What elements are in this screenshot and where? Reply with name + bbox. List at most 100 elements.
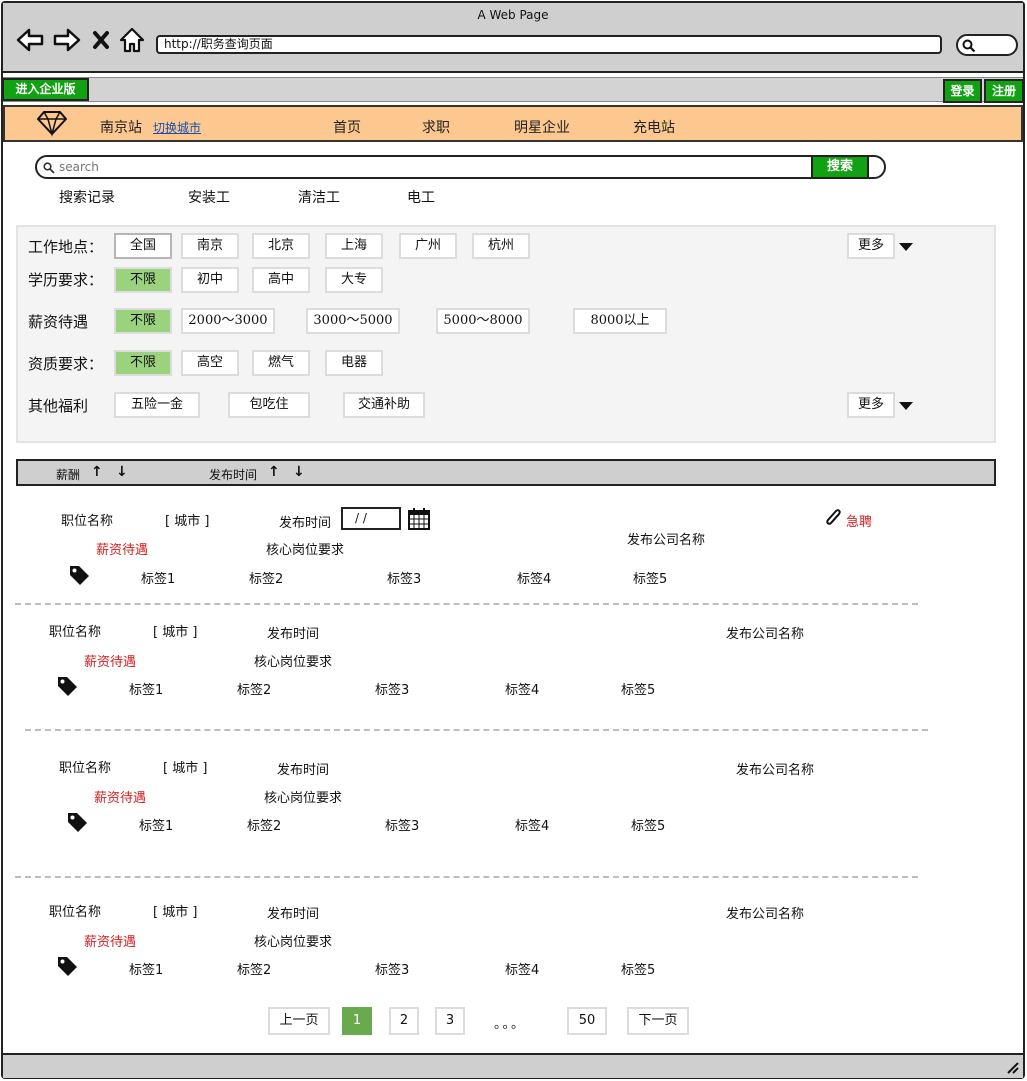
job-tag: 标签4 <box>505 963 540 978</box>
filter-qualification-any[interactable]: 不限 <box>114 350 172 376</box>
browser-search-box[interactable] <box>956 34 1018 56</box>
close-icon[interactable] <box>91 27 111 53</box>
filter-qualification-height[interactable]: 高空 <box>181 350 239 376</box>
job-city: [ 城市 ] <box>165 514 210 529</box>
job-tag: 标签3 <box>375 683 410 698</box>
job-tag: 标签3 <box>375 963 410 978</box>
login-button[interactable]: 登录 <box>943 79 982 103</box>
filter-benefit-room-board[interactable]: 包吃住 <box>228 392 310 418</box>
filter-education-high-school[interactable]: 高中 <box>252 267 310 293</box>
arrow-down-icon[interactable]: ↓ <box>116 465 128 479</box>
triangle-down-icon[interactable] <box>899 243 913 251</box>
current-city: 南京站 <box>100 120 142 136</box>
search-button[interactable]: 搜索 <box>811 155 869 179</box>
filter-benefit-transport[interactable]: 交通补助 <box>343 392 425 418</box>
filter-location-guangzhou[interactable]: 广州 <box>399 233 457 259</box>
search-input[interactable] <box>57 158 807 176</box>
switch-city-link[interactable]: 切换城市 <box>153 119 201 136</box>
nav-item-charging-station[interactable]: 充电站 <box>633 117 675 137</box>
arrow-left-icon[interactable] <box>16 27 44 53</box>
urgent-badge: 急聘 <box>846 515 873 530</box>
job-title[interactable]: 职位名称 <box>49 901 101 920</box>
pagination-ellipsis: 。。。 <box>494 1017 527 1032</box>
tag-icon <box>58 677 77 696</box>
job-title[interactable]: 职位名称 <box>61 510 113 529</box>
paperclip-icon <box>826 509 841 525</box>
filter-benefit-insurance[interactable]: 五险一金 <box>114 392 200 418</box>
arrow-down-icon[interactable]: ↓ <box>293 465 305 479</box>
search-icon <box>43 162 55 174</box>
filter-salary-any[interactable]: 不限 <box>114 308 172 334</box>
filter-location-nanjing[interactable]: 南京 <box>181 233 239 259</box>
main-nav: 南京站 切换城市 首页 求职 明星企业 充电站 <box>3 105 1023 142</box>
filter-location-all[interactable]: 全国 <box>114 233 172 259</box>
filter-location-beijing[interactable]: 北京 <box>252 233 310 259</box>
arrow-up-icon[interactable]: ↑ <box>91 465 103 479</box>
diamond-icon[interactable] <box>36 109 68 137</box>
home-icon[interactable] <box>118 27 146 53</box>
filter-label-education: 学历要求： <box>28 271 104 289</box>
job-city: [ 城市 ] <box>163 761 208 776</box>
filter-education-any[interactable]: 不限 <box>114 267 172 293</box>
job-publish-time-label: 发布时间 <box>267 907 320 922</box>
job-city: [ 城市 ] <box>153 625 198 640</box>
job-tag: 标签2 <box>247 819 282 834</box>
calendar-icon[interactable] <box>407 506 431 531</box>
listing-divider <box>25 729 928 731</box>
job-tag: 标签2 <box>249 572 284 587</box>
filter-location-more-button[interactable]: 更多 <box>847 233 895 259</box>
filter-salary-3000-5000[interactable]: 3000～5000 <box>306 308 400 334</box>
next-page-button[interactable]: 下一页 <box>627 1007 689 1035</box>
filter-benefits-more-button[interactable]: 更多 <box>847 392 895 418</box>
filter-education-college[interactable]: 大专 <box>325 267 383 293</box>
quick-search-electrician[interactable]: 电工 <box>407 187 435 207</box>
browser-toolbar: A Web Page http://职务查询页面 <box>3 3 1023 73</box>
nav-item-star-companies[interactable]: 明星企业 <box>514 117 570 137</box>
filter-qualification-electrical[interactable]: 电器 <box>325 350 383 376</box>
job-company-name[interactable]: 发布公司名称 <box>736 759 814 778</box>
date-input[interactable]: / / <box>341 507 401 530</box>
job-company-name[interactable]: 发布公司名称 <box>627 529 705 548</box>
quick-search-cleaner[interactable]: 清洁工 <box>298 187 340 207</box>
arrow-up-icon[interactable]: ↑ <box>268 465 280 479</box>
filter-location-shanghai[interactable]: 上海 <box>325 233 383 259</box>
filter-education-middle-school[interactable]: 初中 <box>181 267 239 293</box>
job-publish-time-label: 发布时间 <box>277 763 330 778</box>
prev-page-button[interactable]: 上一页 <box>268 1007 330 1035</box>
search-history-link[interactable]: 搜索记录 <box>59 187 115 207</box>
filter-location-hangzhou[interactable]: 杭州 <box>472 233 530 259</box>
job-company-name[interactable]: 发布公司名称 <box>726 623 804 642</box>
sort-salary-label: 薪酬 <box>56 468 81 482</box>
resize-grip-icon[interactable] <box>1005 1060 1019 1074</box>
address-bar[interactable]: http://职务查询页面 <box>156 35 942 54</box>
job-title[interactable]: 职位名称 <box>49 621 101 640</box>
filter-salary-8000-plus[interactable]: 8000以上 <box>573 308 667 334</box>
filter-qualification-gas[interactable]: 燃气 <box>252 350 310 376</box>
job-company-name[interactable]: 发布公司名称 <box>726 903 804 922</box>
page-button-2[interactable]: 2 <box>389 1007 419 1035</box>
job-search-bar <box>35 155 886 179</box>
enterprise-button[interactable]: 进入企业版 <box>2 78 89 101</box>
job-title[interactable]: 职位名称 <box>59 757 111 776</box>
job-publish-time-label: 发布时间 <box>267 627 320 642</box>
filter-salary-2000-3000[interactable]: 2000～3000 <box>181 308 275 334</box>
job-tag: 标签3 <box>387 572 422 587</box>
search-icon <box>962 39 976 53</box>
triangle-down-icon[interactable] <box>899 402 913 410</box>
sort-bar: 薪酬 ↑ ↓ 发布时间 ↑ ↓ <box>16 459 996 486</box>
quick-search-installer[interactable]: 安装工 <box>188 187 230 207</box>
nav-item-home[interactable]: 首页 <box>333 117 361 137</box>
job-tag: 标签1 <box>129 683 164 698</box>
nav-item-jobs[interactable]: 求职 <box>422 117 450 137</box>
job-city: [ 城市 ] <box>153 905 198 920</box>
filter-salary-5000-8000[interactable]: 5000～8000 <box>436 308 530 334</box>
job-salary: 薪资待遇 <box>84 935 137 950</box>
window-title: A Web Page <box>477 8 549 22</box>
page-button-last[interactable]: 50 <box>567 1007 607 1035</box>
register-button[interactable]: 注册 <box>984 79 1024 103</box>
arrow-right-icon[interactable] <box>53 27 81 53</box>
page-button-3[interactable]: 3 <box>435 1007 465 1035</box>
job-tag: 标签1 <box>141 572 176 587</box>
page-button-1[interactable]: 1 <box>342 1007 372 1035</box>
job-requirement: 核心岗位要求 <box>254 935 333 950</box>
